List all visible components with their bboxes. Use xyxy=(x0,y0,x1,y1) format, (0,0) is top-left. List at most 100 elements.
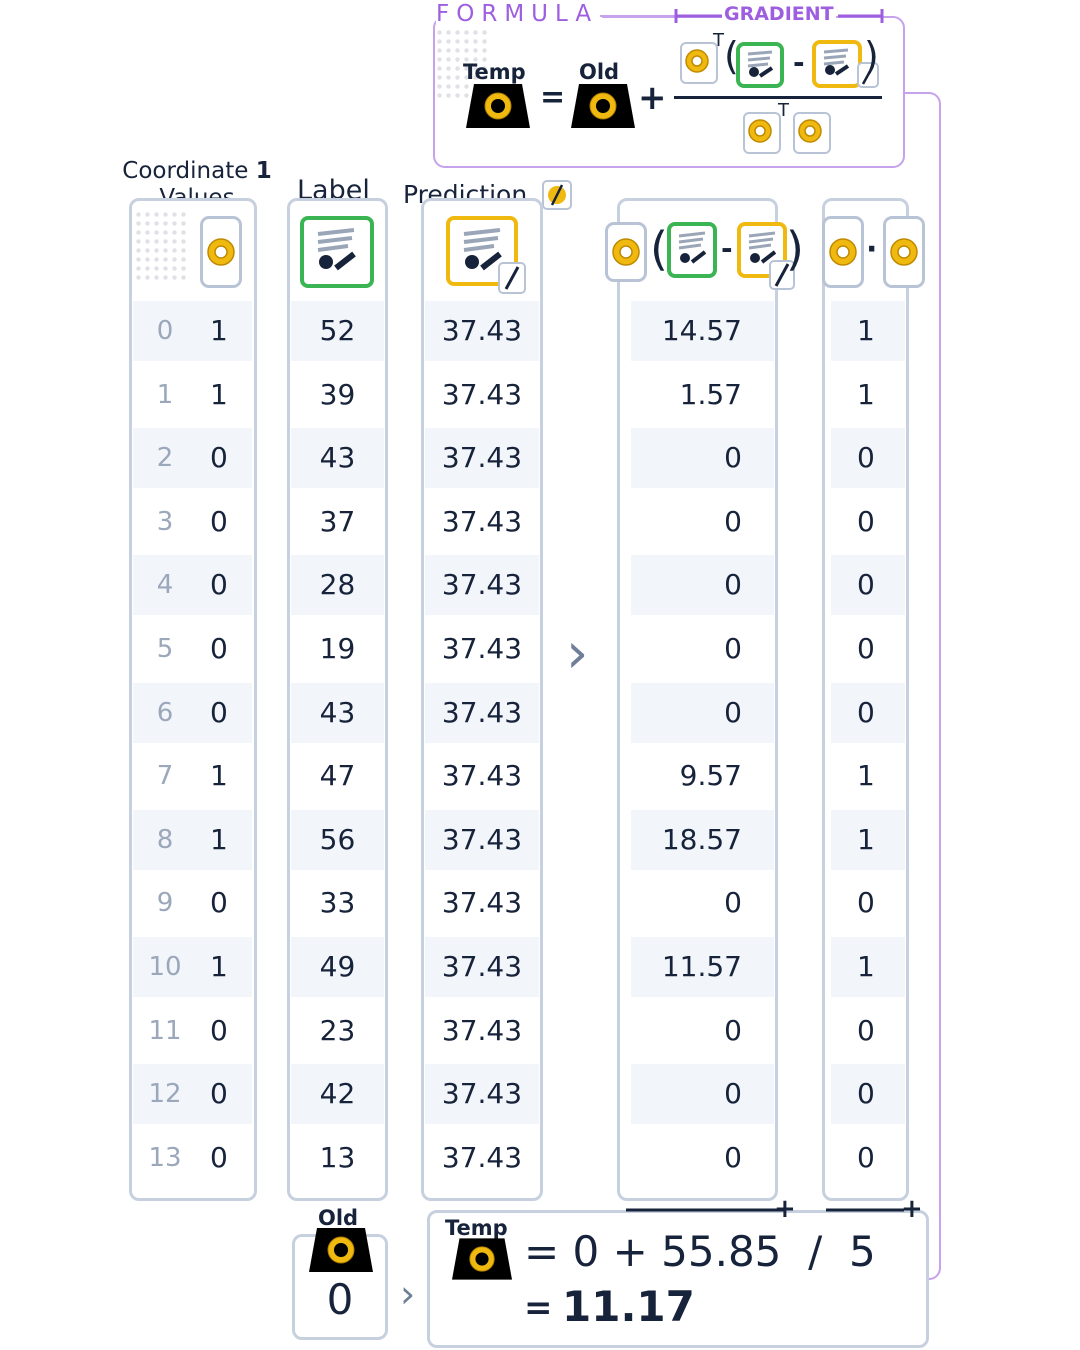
prediction-slash-badge-icon xyxy=(498,262,526,294)
prediction-value: 37.43 xyxy=(425,555,539,616)
residual-open-paren: ( xyxy=(650,222,668,276)
residual-sun-icon xyxy=(605,222,647,282)
dot-value: 0 xyxy=(831,428,905,489)
numerator-label-icon xyxy=(736,42,784,88)
label-value: 43 xyxy=(291,682,384,743)
row-index: 7 xyxy=(156,761,174,792)
bottom-result-value: 11.17 xyxy=(562,1282,695,1331)
dot-operator: · xyxy=(866,232,878,267)
prediction-value: 37.43 xyxy=(441,1140,523,1174)
row-index: 0 xyxy=(156,316,174,346)
prediction-value: 37.43 xyxy=(425,428,539,489)
dot-value: 1 xyxy=(857,759,875,793)
denominator-sun-icon-2 xyxy=(793,112,831,154)
dot-value: 1 xyxy=(831,301,905,361)
dot-value: 0 xyxy=(857,504,875,538)
arrow-chevron-icon: › xyxy=(566,621,589,686)
residual-close-paren: ) xyxy=(786,222,804,276)
numerator-minus: - xyxy=(793,46,805,79)
dot-value: 0 xyxy=(857,1013,875,1047)
formula-fraction-bar xyxy=(674,96,882,99)
row-index: 6 xyxy=(156,697,174,728)
residual-value: 0 xyxy=(724,1140,742,1174)
dot-value: 1 xyxy=(857,377,875,411)
dot-value: 0 xyxy=(857,632,875,665)
bottom-temp-icon xyxy=(452,1238,512,1284)
prediction-value: 37.43 xyxy=(441,886,523,920)
prediction-value: 37.43 xyxy=(425,809,539,870)
numerator-transpose: T xyxy=(713,30,724,51)
bottom-old-label: Old xyxy=(318,1206,359,1230)
denominator-sun-icon-1 xyxy=(743,112,781,154)
prediction-header-slash-icon xyxy=(542,180,572,210)
residual-value: 11.57 xyxy=(631,937,774,997)
row-index: 5 xyxy=(156,634,174,664)
row-index: 13 xyxy=(148,1142,182,1173)
residual-value: 0 xyxy=(631,1064,774,1125)
row-index: 4 xyxy=(156,570,174,601)
dot-value: 0 xyxy=(857,1140,875,1174)
residual-value: 0 xyxy=(631,428,774,489)
coordinate-dots-decoration xyxy=(134,210,190,280)
label-value: 52 xyxy=(291,301,384,361)
label-value: 23 xyxy=(319,1013,356,1047)
sum-plus-1: + xyxy=(774,1194,796,1224)
residual-value: 0 xyxy=(724,504,742,538)
numerator-close-paren: ) xyxy=(864,34,879,78)
bottom-equation: = 0 + 55.85 / 5 xyxy=(524,1227,876,1276)
label-value: 39 xyxy=(319,377,356,411)
coordinate-header-prefix: Coordinate xyxy=(122,158,249,184)
dot-sun-icon-1 xyxy=(822,216,864,288)
label-value: 19 xyxy=(319,632,356,665)
residual-value: 0 xyxy=(724,632,742,665)
label-value: 13 xyxy=(319,1140,356,1174)
bottom-temp-label: Temp xyxy=(445,1216,508,1240)
bottom-old-icon xyxy=(309,1228,373,1276)
label-value: 47 xyxy=(319,759,356,793)
dot-value: 0 xyxy=(831,1064,905,1125)
prediction-value: 37.43 xyxy=(425,301,539,361)
residual-value: 0 xyxy=(631,682,774,743)
label-value: 33 xyxy=(319,886,356,920)
label-value: 56 xyxy=(291,809,384,870)
row-index: 8 xyxy=(156,824,174,855)
residual-value: 0 xyxy=(631,555,774,616)
row-index: 2 xyxy=(156,443,174,474)
label-value: 37 xyxy=(319,504,356,538)
label-value: 43 xyxy=(291,428,384,489)
prediction-value: 37.43 xyxy=(441,759,523,793)
prediction-value: 37.43 xyxy=(441,504,523,538)
residual-label-icon xyxy=(667,222,717,278)
bottom-arrow-icon: › xyxy=(400,1272,416,1316)
formula-old-label: Old xyxy=(579,60,620,84)
row-index: 10 xyxy=(148,952,182,982)
dot-value: 0 xyxy=(857,886,875,920)
label-icon xyxy=(300,216,374,288)
formula-plus: + xyxy=(638,78,667,118)
dot-value: 1 xyxy=(831,937,905,997)
formula-old-icon xyxy=(571,84,635,132)
row-index: 9 xyxy=(156,888,174,919)
residual-minus: - xyxy=(721,232,733,265)
dot-sun-icon-2 xyxy=(883,216,925,288)
formula-title: FORMULA xyxy=(436,0,603,28)
sum-plus-2: + xyxy=(901,1194,923,1224)
prediction-value: 37.43 xyxy=(425,1064,539,1125)
coordinate-sun-icon xyxy=(200,216,242,288)
prediction-value: 37.43 xyxy=(425,937,539,997)
bottom-old-value: 0 xyxy=(326,1275,354,1324)
prediction-value: 37.43 xyxy=(425,682,539,743)
numerator-prediction-icon xyxy=(812,40,862,88)
residual-value: 9.57 xyxy=(679,759,742,793)
coordinate-header-number: 1 xyxy=(255,158,272,184)
denominator-transpose: T xyxy=(778,100,789,121)
residual-value: 18.57 xyxy=(631,809,774,870)
dot-value: 1 xyxy=(831,809,905,870)
label-value: 28 xyxy=(291,555,384,616)
dot-value: 0 xyxy=(831,555,905,616)
row-index: 11 xyxy=(148,1015,182,1046)
formula-equals: = xyxy=(540,80,566,115)
residual-value: 1.57 xyxy=(679,377,742,411)
residual-value: 0 xyxy=(724,886,742,920)
gradient-label: GRADIENT xyxy=(722,2,836,26)
